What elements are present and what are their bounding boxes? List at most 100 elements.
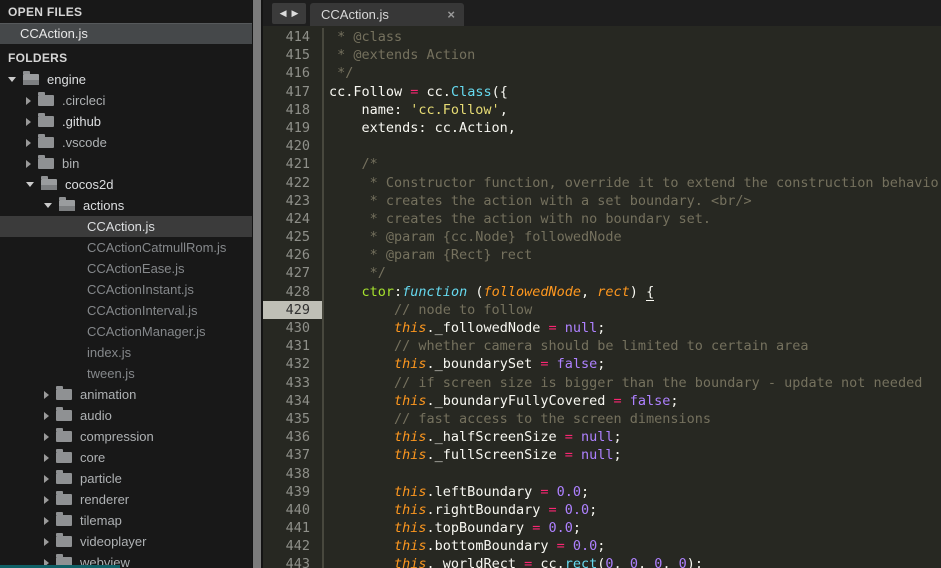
code-line-415[interactable]: 415 * @extends Action xyxy=(263,46,941,64)
line-number[interactable]: 435 xyxy=(263,410,322,428)
code-line-422[interactable]: 422 * Constructor function, override it … xyxy=(263,174,941,192)
code-line-420[interactable]: 420 xyxy=(263,137,941,155)
line-number[interactable]: 439 xyxy=(263,483,322,501)
tree-item-bin[interactable]: bin xyxy=(0,153,252,174)
tree-item--circleci[interactable]: .circleci xyxy=(0,90,252,111)
code-line-428[interactable]: 428 ctor:function (followedNode, rect) { xyxy=(263,283,941,301)
sidebar-scrollbar[interactable] xyxy=(253,0,261,568)
tree-item-index-js[interactable]: index.js xyxy=(0,342,252,363)
chevron-collapsed-icon[interactable] xyxy=(26,139,31,147)
line-number[interactable]: 420 xyxy=(263,137,322,155)
line-number[interactable]: 418 xyxy=(263,101,322,119)
code-line-421[interactable]: 421 /* xyxy=(263,155,941,173)
code-line-442[interactable]: 442 this.bottomBoundary = 0.0; xyxy=(263,537,941,555)
code-line-425[interactable]: 425 * @param {cc.Node} followedNode xyxy=(263,228,941,246)
line-number[interactable]: 432 xyxy=(263,355,322,373)
line-number[interactable]: 431 xyxy=(263,337,322,355)
line-number[interactable]: 422 xyxy=(263,174,322,192)
tree-item-ccactioninterval-js[interactable]: CCActionInterval.js xyxy=(0,300,252,321)
tree-item-videoplayer[interactable]: videoplayer xyxy=(0,531,252,552)
open-file-item-ccaction[interactable]: CCAction.js xyxy=(0,23,252,44)
tree-item-engine[interactable]: engine xyxy=(0,69,252,90)
chevron-collapsed-icon[interactable] xyxy=(44,433,49,441)
tree-item-ccactionmanager-js[interactable]: CCActionManager.js xyxy=(0,321,252,342)
tab-back-icon[interactable]: ◀ xyxy=(280,9,287,18)
code-line-426[interactable]: 426 * @param {Rect} rect xyxy=(263,246,941,264)
line-number[interactable]: 414 xyxy=(263,28,322,46)
tab-ccaction[interactable]: CCAction.js × xyxy=(310,3,464,26)
chevron-collapsed-icon[interactable] xyxy=(26,97,31,105)
tree-item--vscode[interactable]: .vscode xyxy=(0,132,252,153)
line-number[interactable]: 437 xyxy=(263,446,322,464)
code-line-435[interactable]: 435 // fast access to the screen dimensi… xyxy=(263,410,941,428)
line-number[interactable]: 423 xyxy=(263,192,322,210)
code-line-417[interactable]: 417cc.Follow = cc.Class({ xyxy=(263,83,941,101)
code-line-418[interactable]: 418 name: 'cc.Follow', xyxy=(263,101,941,119)
tree-item-cocos2d[interactable]: cocos2d xyxy=(0,174,252,195)
line-number[interactable]: 425 xyxy=(263,228,322,246)
code-line-430[interactable]: 430 this._followedNode = null; xyxy=(263,319,941,337)
code-line-419[interactable]: 419 extends: cc.Action, xyxy=(263,119,941,137)
line-number[interactable]: 415 xyxy=(263,46,322,64)
chevron-collapsed-icon[interactable] xyxy=(44,517,49,525)
line-number[interactable]: 440 xyxy=(263,501,322,519)
line-number[interactable]: 421 xyxy=(263,155,322,173)
chevron-expanded-icon[interactable] xyxy=(44,203,52,208)
tree-item-tween-js[interactable]: tween.js xyxy=(0,363,252,384)
code-line-431[interactable]: 431 // whether camera should be limited … xyxy=(263,337,941,355)
tree-item-tilemap[interactable]: tilemap xyxy=(0,510,252,531)
chevron-collapsed-icon[interactable] xyxy=(44,496,49,504)
chevron-collapsed-icon[interactable] xyxy=(44,538,49,546)
line-number[interactable]: 430 xyxy=(263,319,322,337)
chevron-collapsed-icon[interactable] xyxy=(44,391,49,399)
code-line-436[interactable]: 436 this._halfScreenSize = null; xyxy=(263,428,941,446)
chevron-collapsed-icon[interactable] xyxy=(26,118,31,126)
line-number[interactable]: 417 xyxy=(263,83,322,101)
code-line-414[interactable]: 414 * @class xyxy=(263,28,941,46)
chevron-collapsed-icon[interactable] xyxy=(26,160,31,168)
code-line-434[interactable]: 434 this._boundaryFullyCovered = false; xyxy=(263,392,941,410)
code-line-443[interactable]: 443 this._worldRect = cc.rect(0, 0, 0, 0… xyxy=(263,555,941,568)
tree-item-ccactioncatmullrom-js[interactable]: CCActionCatmullRom.js xyxy=(0,237,252,258)
tree-item-ccactioninstant-js[interactable]: CCActionInstant.js xyxy=(0,279,252,300)
line-number[interactable]: 426 xyxy=(263,246,322,264)
code-line-429[interactable]: 429 // node to follow xyxy=(263,301,941,319)
line-number[interactable]: 428 xyxy=(263,283,322,301)
code-line-424[interactable]: 424 * creates the action with no boundar… xyxy=(263,210,941,228)
line-number[interactable]: 442 xyxy=(263,537,322,555)
line-number[interactable]: 424 xyxy=(263,210,322,228)
chevron-expanded-icon[interactable] xyxy=(26,182,34,187)
code-line-432[interactable]: 432 this._boundarySet = false; xyxy=(263,355,941,373)
tree-item-renderer[interactable]: renderer xyxy=(0,489,252,510)
line-number[interactable]: 419 xyxy=(263,119,322,137)
line-number[interactable]: 434 xyxy=(263,392,322,410)
code-area[interactable]: 414 * @class415 * @extends Action416 */4… xyxy=(263,26,941,568)
tree-item-ccaction-js[interactable]: CCAction.js xyxy=(0,216,252,237)
code-line-423[interactable]: 423 * creates the action with a set boun… xyxy=(263,192,941,210)
tree-item-particle[interactable]: particle xyxy=(0,468,252,489)
line-number[interactable]: 441 xyxy=(263,519,322,537)
tree-item-animation[interactable]: animation xyxy=(0,384,252,405)
code-line-438[interactable]: 438 xyxy=(263,465,941,483)
line-number[interactable]: 427 xyxy=(263,264,322,282)
code-line-427[interactable]: 427 */ xyxy=(263,264,941,282)
chevron-collapsed-icon[interactable] xyxy=(44,412,49,420)
line-number[interactable]: 436 xyxy=(263,428,322,446)
line-number[interactable]: 433 xyxy=(263,374,322,392)
line-number[interactable]: 416 xyxy=(263,64,322,82)
line-number[interactable]: 443 xyxy=(263,555,322,568)
chevron-expanded-icon[interactable] xyxy=(8,77,16,82)
tree-item-audio[interactable]: audio xyxy=(0,405,252,426)
tree-item-compression[interactable]: compression xyxy=(0,426,252,447)
code-line-441[interactable]: 441 this.topBoundary = 0.0; xyxy=(263,519,941,537)
tree-item-actions[interactable]: actions xyxy=(0,195,252,216)
tree-item--github[interactable]: .github xyxy=(0,111,252,132)
chevron-collapsed-icon[interactable] xyxy=(44,454,49,462)
tab-forward-icon[interactable]: ▶ xyxy=(292,9,299,18)
code-line-433[interactable]: 433 // if screen size is bigger than the… xyxy=(263,374,941,392)
tree-item-core[interactable]: core xyxy=(0,447,252,468)
line-number[interactable]: 438 xyxy=(263,465,322,483)
tree-item-ccactionease-js[interactable]: CCActionEase.js xyxy=(0,258,252,279)
chevron-collapsed-icon[interactable] xyxy=(44,475,49,483)
tab-close-icon[interactable]: × xyxy=(447,7,464,22)
